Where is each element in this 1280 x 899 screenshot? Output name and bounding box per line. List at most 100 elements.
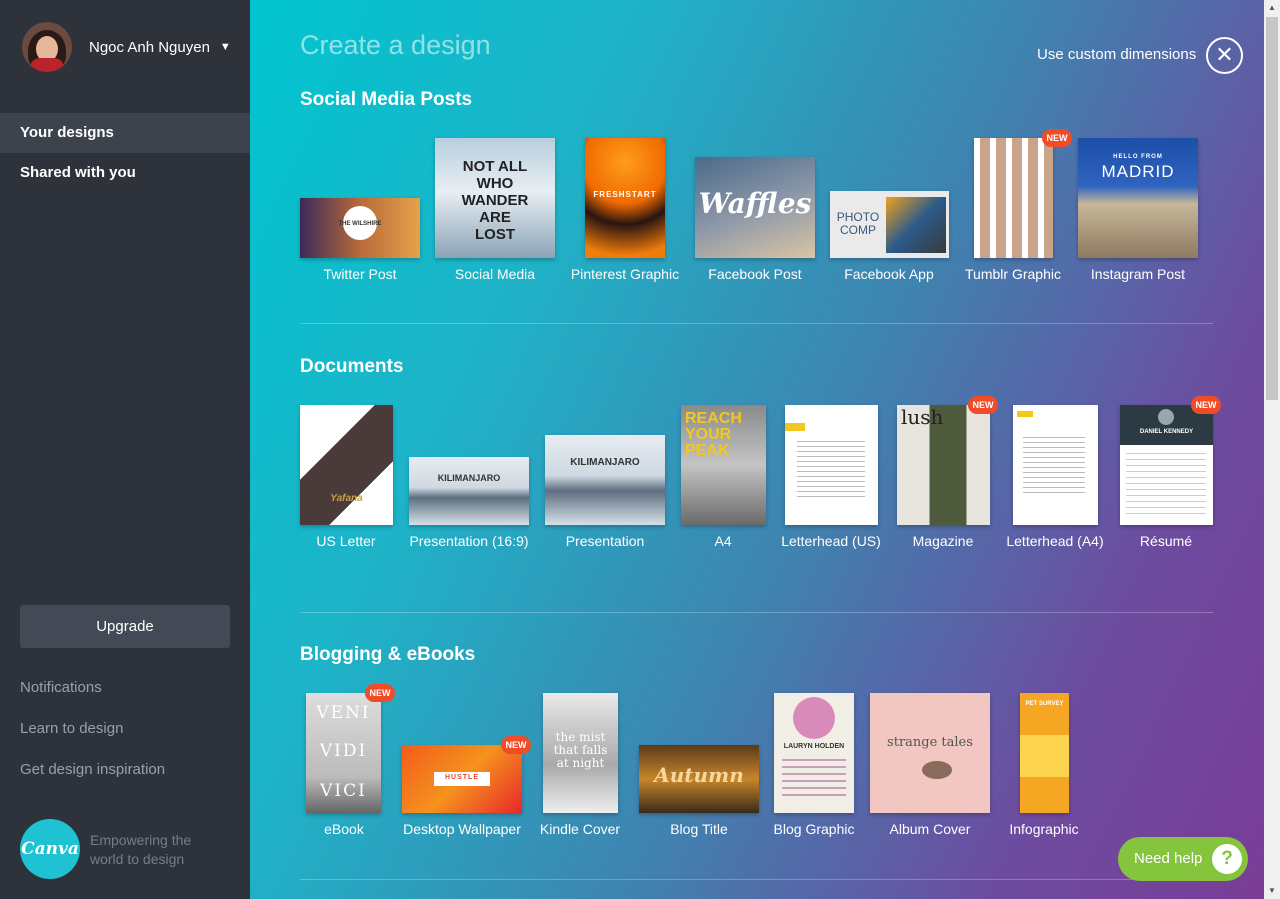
thumb-text: Waffles [698,187,812,220]
tile-label[interactable]: Facebook Post [708,266,801,282]
help-label: Need help [1134,850,1203,867]
tile-label[interactable]: Presentation (16:9) [409,533,528,549]
scroll-up-icon[interactable]: ▲ [1264,0,1280,16]
thumbnail-infographic[interactable]: PET SURVEY [1020,693,1069,813]
need-help-button[interactable]: Need help ? [1118,837,1248,881]
thumb-text: REACH YOUR PEAK [685,410,742,459]
tagline: Empowering the world to design [90,832,192,867]
avatar[interactable] [22,22,72,72]
thumbnail-album-cover[interactable]: strange tales [870,693,990,813]
tile-label[interactable]: Facebook App [844,266,934,282]
close-icon[interactable]: ✕ [1206,37,1243,74]
page-title: Create a design [300,30,491,60]
tile-label[interactable]: Album Cover [890,821,971,837]
thumb-text: VIDI [319,741,368,761]
thumbnail-blog-graphic[interactable]: LAURYN HOLDEN [774,693,854,813]
tile-label[interactable]: Pinterest Graphic [571,266,679,282]
thumb-text: LAURYN HOLDEN [783,743,845,750]
thumbnail-resume[interactable]: DANIEL KENNEDY [1120,405,1213,525]
nav-shared-with-you[interactable]: Shared with you [0,153,250,193]
tile-label[interactable]: Letterhead (A4) [1006,533,1103,549]
thumb-text: VICI [320,781,367,801]
thumb-text: the mist that falls at night [553,730,608,770]
thumbnail-tumblr-graphic[interactable] [974,138,1053,258]
thumbnail-magazine[interactable]: lush [897,405,990,525]
tile-label[interactable]: Magazine [913,533,974,549]
learn-to-design-link[interactable]: Learn to design [20,720,123,737]
caret-down-icon[interactable]: ▼ [220,41,231,53]
thumbnail-letterhead-a4[interactable] [1013,405,1098,525]
thumb-text: PHOTO COMP [836,210,880,237]
thumb-text: HUSTLE [445,774,479,781]
user-name[interactable]: Ngoc Anh Nguyen [89,39,210,56]
section-title-social: Social Media Posts [300,89,473,110]
design-inspiration-link[interactable]: Get design inspiration [20,761,165,778]
thumbnail-twitter-post[interactable]: THE WILSHIRE [300,198,420,258]
sidebar: Ngoc Anh Nguyen ▼ Your designs Shared wi… [0,0,262,899]
tile-label[interactable]: Blog Graphic [774,821,855,837]
upgrade-button[interactable]: Upgrade [20,605,230,648]
tile-label[interactable]: Résumé [1140,533,1192,549]
tile-label[interactable]: Desktop Wallpaper [403,821,521,837]
thumbnail-instagram-post[interactable]: HELLO FROM MADRID [1078,138,1198,258]
user-menu[interactable]: Ngoc Anh Nguyen ▼ [22,22,231,72]
tile-label[interactable]: Instagram Post [1091,266,1185,282]
thumbnail-us-letter[interactable]: Yafana [300,405,393,525]
thumbnail-desktop-wallpaper[interactable]: HUSTLE [402,745,522,813]
thumb-text: NOT ALL WHO WANDER ARE LOST [461,158,529,243]
thumbnail-presentation-16-9[interactable]: KILIMANJARO [409,457,529,525]
divider [300,612,1213,613]
tile-label[interactable]: Presentation [566,533,645,549]
thumb-text: THE WILSHIRE [338,221,382,227]
thumbnail-pinterest-graphic[interactable]: FRESHSTART [585,138,665,258]
tile-label[interactable]: US Letter [316,533,375,549]
thumbnail-facebook-app[interactable]: PHOTO COMP [830,191,949,258]
thumbnail-presentation[interactable]: KILIMANJARO [545,435,665,525]
thumbnail-blog-title[interactable]: Autumn [639,745,759,813]
nav-your-designs[interactable]: Your designs [0,113,262,153]
custom-dimensions-link[interactable]: Use custom dimensions [1037,46,1196,63]
thumb-text: Autumn [654,763,744,787]
thumb-text: VENI [316,703,371,723]
thumbnail-a4[interactable]: REACH YOUR PEAK [681,405,766,525]
scrollbar[interactable]: ▲ ▼ [1264,0,1280,899]
divider [300,323,1213,324]
thumbnail-facebook-post[interactable]: Waffles [695,157,815,258]
sidebar-nav: Your designs Shared with you [0,113,262,193]
new-badge: NEW [968,396,998,414]
thumb-text: HELLO FROM [1113,154,1163,160]
scroll-down-icon[interactable]: ▼ [1264,883,1280,899]
thumb-text: KILIMANJARO [437,473,501,483]
thumbnail-ebook[interactable]: VENI VIDI VICI [306,693,381,813]
tile-label[interactable]: A4 [714,533,731,549]
thumb-text: KILIMANJARO [570,457,640,468]
thumb-text: MADRID [1101,162,1175,181]
tile-label[interactable]: Tumblr Graphic [965,266,1061,282]
scrollbar-thumb[interactable] [1266,17,1278,400]
thumbnail-kindle-cover[interactable]: the mist that falls at night [543,693,618,813]
tile-label[interactable]: Social Media [455,266,535,282]
thumbnail-social-media[interactable]: NOT ALL WHO WANDER ARE LOST [435,138,555,258]
thumb-text: FRESHSTART [593,190,657,199]
thumb-text: Yafana [330,493,363,504]
create-design-panel: Create a design Use custom dimensions ✕ … [250,0,1264,899]
section-title-blogging: Blogging & eBooks [300,644,476,665]
canva-logo[interactable]: Canva [20,819,80,879]
notifications-link[interactable]: Notifications [20,679,102,696]
tile-label[interactable]: Kindle Cover [540,821,620,837]
divider [300,879,1213,880]
new-badge: NEW [1191,396,1221,414]
section-title-documents: Documents [300,356,404,377]
thumb-text: strange tales [887,735,973,750]
tile-label[interactable]: Blog Title [670,821,728,837]
question-icon: ? [1212,844,1242,874]
thumb-text: DANIEL KENNEDY [1139,429,1194,435]
thumb-text: lush [901,405,944,429]
thumbnail-letterhead-us[interactable] [785,405,878,525]
new-badge: NEW [501,736,531,754]
tile-label[interactable]: Infographic [1009,821,1078,837]
tile-label[interactable]: eBook [324,821,364,837]
tile-label[interactable]: Twitter Post [323,266,396,282]
tile-label[interactable]: Letterhead (US) [781,533,881,549]
thumb-text: PET SURVEY [1025,701,1064,707]
